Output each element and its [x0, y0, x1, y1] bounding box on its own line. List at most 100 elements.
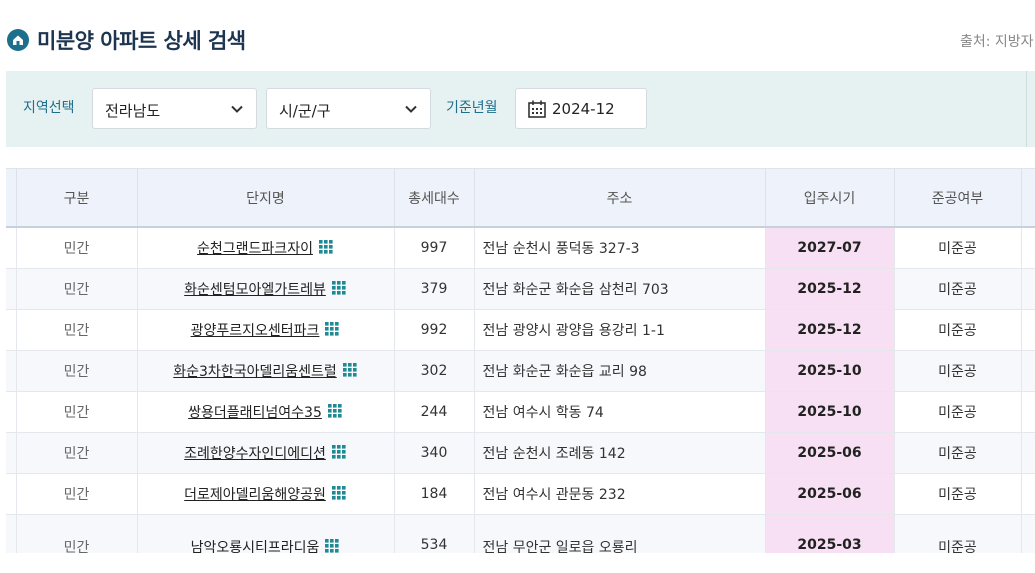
complex-name-link[interactable]: 순천그랜드파크자이 — [197, 241, 313, 257]
move-in-cell: 2025-03 — [765, 514, 895, 553]
address-cell: 전남 순천시 조례동 142 — [474, 432, 766, 474]
grid-icon[interactable] — [325, 321, 340, 337]
move-in-cell: 2025-12 — [765, 268, 895, 310]
base-month-value: 2024-12 — [552, 100, 615, 118]
name-cell: 조례한양수자인디에디션 — [137, 432, 395, 474]
status-cell: 미준공 — [894, 268, 1022, 310]
row-stub — [6, 350, 17, 392]
complex-name-link[interactable]: 남악오룡시티프라디움 — [191, 540, 320, 554]
extra-header — [1021, 169, 1035, 228]
type-cell: 민간 — [16, 350, 138, 392]
page-title: 미분양 아파트 상세 검색 — [37, 29, 246, 53]
address-cell: 전남 화순군 화순읍 교리 98 — [474, 350, 766, 392]
units-cell: 244 — [394, 391, 475, 433]
row-extra — [1021, 473, 1035, 515]
column-header[interactable]: 입주시기 — [765, 169, 895, 228]
grid-icon[interactable] — [325, 538, 340, 554]
move-in-cell: 2025-06 — [765, 473, 895, 515]
row-stub — [6, 268, 17, 310]
column-header[interactable]: 구분 — [16, 169, 138, 228]
row-extra — [1021, 432, 1035, 474]
complex-name-link[interactable]: 화순센텀모아엘가트레뷰 — [184, 282, 326, 298]
units-cell: 302 — [394, 350, 475, 392]
address-cell: 전남 무안군 일로읍 오룡리 — [474, 514, 766, 553]
grid-icon[interactable] — [318, 239, 334, 255]
table-row[interactable]: 민간 화순3차한국아델리움센트럴 302 전남 화순군 화순읍 교리 98 2025-1… — [6, 350, 1035, 392]
row-extra — [1021, 268, 1035, 310]
column-header[interactable]: 주소 — [474, 169, 766, 228]
units-cell: 184 — [394, 473, 475, 515]
grid-icon[interactable] — [327, 403, 343, 419]
complex-name-link[interactable]: 더로제아델리움해양공원 — [184, 487, 326, 503]
move-in-cell: 2027-07 — [765, 227, 895, 269]
row-extra — [1021, 350, 1035, 392]
table-row[interactable]: 민간 순천그랜드파크자이 997 전남 순천시 풍덕동 327-3 2027-07 미준공 — [6, 227, 1035, 269]
table-row[interactable]: 민간 더로제아델리움해양공원 184 전남 여수시 관문동 232 2025-06 미준공 — [6, 473, 1035, 515]
source-label: 출처: 지방자 — [960, 34, 1034, 50]
row-stub — [6, 432, 17, 474]
grid-icon[interactable] — [342, 362, 358, 378]
base-month-label: 기준년월 — [446, 100, 498, 116]
type-cell: 민간 — [16, 514, 138, 553]
base-month-picker[interactable]: 2024-12 — [515, 88, 647, 129]
complex-name-link[interactable]: 광양푸르지오센터파크 — [191, 323, 320, 339]
row-extra — [1021, 309, 1035, 351]
status-cell: 미준공 — [894, 473, 1022, 515]
status-cell: 미준공 — [894, 350, 1022, 392]
type-cell: 민간 — [16, 309, 138, 351]
name-cell: 화순센텀모아엘가트레뷰 — [137, 268, 395, 310]
status-cell: 미준공 — [894, 309, 1022, 351]
province-select[interactable]: 전라남도 — [92, 88, 257, 129]
address-cell: 전남 여수시 학동 74 — [474, 391, 766, 433]
stub-header — [6, 169, 17, 228]
status-cell: 미준공 — [894, 391, 1022, 433]
province-value: 전라남도 — [105, 102, 161, 120]
row-stub — [6, 309, 17, 351]
type-cell: 민간 — [16, 227, 138, 269]
table-header-row: 구분 단지명 총세대수 주소 입주시기 준공여부 — [6, 169, 1035, 228]
type-cell: 민간 — [16, 268, 138, 310]
type-cell: 민간 — [16, 391, 138, 433]
row-stub — [6, 514, 17, 553]
page-header: 미분양 아파트 상세 검색 출처: 지방자 — [0, 0, 1035, 70]
address-cell: 전남 여수시 관문동 232 — [474, 473, 766, 515]
column-header[interactable]: 단지명 — [137, 169, 395, 228]
table-row[interactable]: 민간 쌍용더플래티넘여수35 244 전남 여수시 학동 74 2025-10 미준공 — [6, 391, 1035, 433]
row-extra — [1021, 391, 1035, 433]
grid-icon[interactable] — [331, 444, 347, 460]
units-cell: 992 — [394, 309, 475, 351]
status-cell: 미준공 — [894, 432, 1022, 474]
column-header[interactable]: 준공여부 — [894, 169, 1022, 228]
move-in-cell: 2025-12 — [765, 309, 895, 351]
grid-icon[interactable] — [331, 485, 347, 501]
name-cell: 광양푸르지오센터파크 — [137, 309, 395, 351]
name-cell: 더로제아델리움해양공원 — [137, 473, 395, 515]
table-row[interactable]: 민간 조례한양수자인디에디션 340 전남 순천시 조례동 142 2025-06 미준공 — [6, 432, 1035, 474]
name-cell: 순천그랜드파크자이 — [137, 227, 395, 269]
complex-name-link[interactable]: 쌍용더플래티넘여수35 — [188, 405, 322, 421]
calendar-icon — [528, 100, 546, 118]
chevron-down-icon — [231, 105, 243, 113]
row-extra — [1021, 514, 1035, 553]
complex-name-link[interactable]: 화순3차한국아델리움센트럴 — [173, 364, 336, 380]
row-stub — [6, 473, 17, 515]
district-select[interactable]: 시/군/구 — [266, 88, 431, 129]
house-pin-icon — [7, 29, 29, 51]
type-cell: 민간 — [16, 473, 138, 515]
grid-icon[interactable] — [331, 280, 347, 296]
move-in-cell: 2025-10 — [765, 391, 895, 433]
region-label: 지역선택 — [23, 100, 75, 116]
address-cell: 전남 광양시 광양읍 용강리 1-1 — [474, 309, 766, 351]
units-cell: 379 — [394, 268, 475, 310]
district-value: 시/군/구 — [279, 102, 331, 120]
table-row[interactable]: 민간 광양푸르지오센터파크 992 전남 광양시 광양읍 용강리 1-1 2025-12… — [6, 309, 1035, 351]
name-cell: 쌍용더플래티넘여수35 — [137, 391, 395, 433]
chevron-down-icon — [405, 105, 417, 113]
column-header[interactable]: 총세대수 — [394, 169, 475, 228]
move-in-cell: 2025-10 — [765, 350, 895, 392]
table-row[interactable]: 민간 화순센텀모아엘가트레뷰 379 전남 화순군 화순읍 삼천리 703 2025-1… — [6, 268, 1035, 310]
table-row[interactable]: 민간 남악오룡시티프라디움 534 전남 무안군 일로읍 오룡리 2025-03 미준공 — [6, 514, 1035, 553]
filter-bar: 지역선택 전라남도 시/군/구 기준년월 2024-12 — [6, 71, 1035, 147]
complex-name-link[interactable]: 조례한양수자인디에디션 — [184, 446, 326, 462]
status-cell: 미준공 — [894, 227, 1022, 269]
